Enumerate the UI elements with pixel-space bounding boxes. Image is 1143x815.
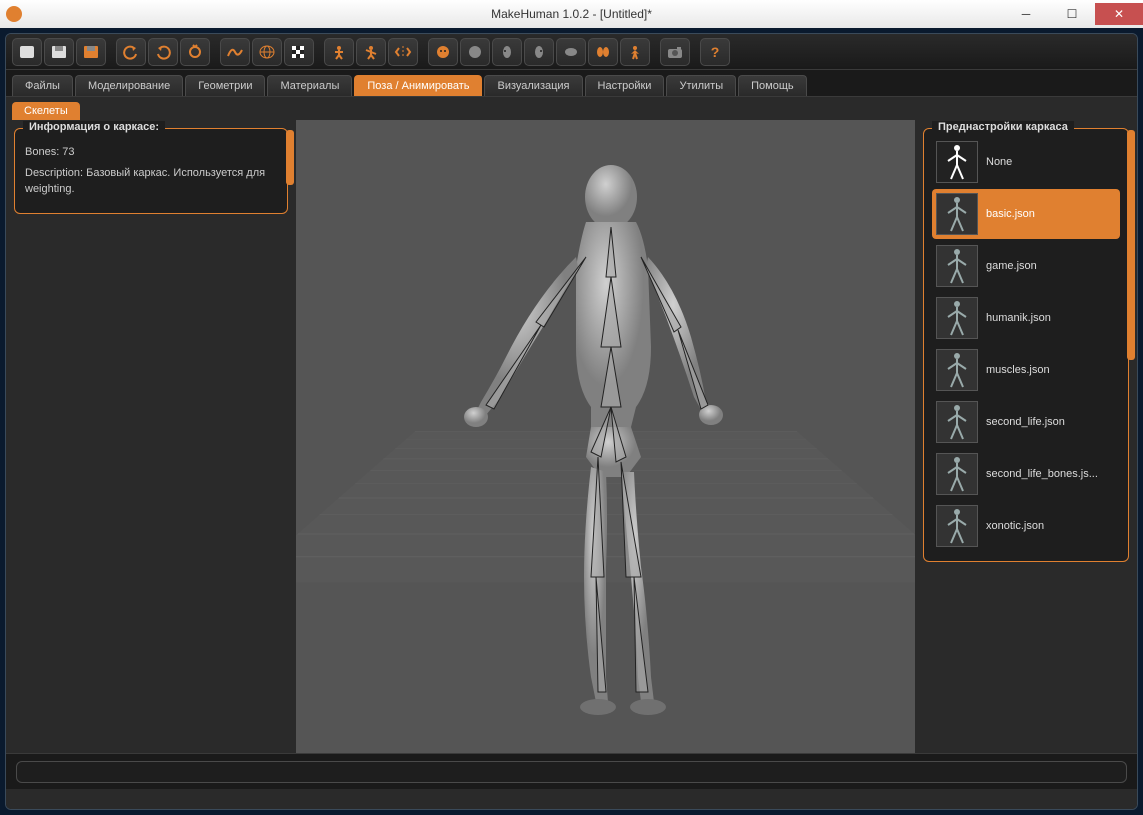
sub-tabs: Скелеты xyxy=(6,96,1137,120)
tab-utilities[interactable]: Утилиты xyxy=(666,75,736,96)
preset-item-1[interactable]: basic.json xyxy=(932,189,1120,239)
tab-rendering[interactable]: Визуализация xyxy=(484,75,582,96)
preset-thumb-icon xyxy=(936,349,978,391)
reset-button[interactable] xyxy=(180,38,210,66)
right-panel: Преднастройки каркаса None basic.json game… xyxy=(915,120,1137,753)
titlebar[interactable]: MakeHuman 1.0.2 - [Untitled]* ─ ☐ ✕ xyxy=(0,0,1143,28)
preset-label: xonotic.json xyxy=(986,520,1044,532)
wireframe-button[interactable] xyxy=(252,38,282,66)
smooth-button[interactable] xyxy=(220,38,250,66)
app-icon xyxy=(6,6,22,22)
view-right-button[interactable] xyxy=(524,38,554,66)
main-toolbar: ? xyxy=(6,34,1137,70)
minimize-button[interactable]: ─ xyxy=(1003,3,1049,25)
export-button[interactable] xyxy=(76,38,106,66)
preset-label: game.json xyxy=(986,260,1037,272)
undo-button[interactable] xyxy=(116,38,146,66)
preset-item-7[interactable]: xonotic.json xyxy=(932,501,1120,551)
tab-pose-animate[interactable]: Поза / Анимировать xyxy=(354,75,482,96)
preset-thumb-icon xyxy=(936,245,978,287)
preset-label: basic.json xyxy=(986,208,1035,220)
pose-button[interactable] xyxy=(324,38,354,66)
view-front-button[interactable] xyxy=(428,38,458,66)
camera-button[interactable] xyxy=(660,38,690,66)
tab-help[interactable]: Помощь xyxy=(738,75,807,96)
preset-label: humanik.json xyxy=(986,312,1051,324)
bottom-bar xyxy=(6,753,1137,789)
skeleton-info-box: Информация о каркасе: Bones: 73 Descript… xyxy=(14,128,288,214)
tab-modeling[interactable]: Моделирование xyxy=(75,75,183,96)
view-back-button[interactable] xyxy=(460,38,490,66)
pose2-button[interactable] xyxy=(356,38,386,66)
view-global-button[interactable] xyxy=(620,38,650,66)
presets-title: Преднастройки каркаса xyxy=(932,121,1074,133)
tab-materials[interactable]: Материалы xyxy=(267,75,352,96)
preset-item-5[interactable]: second_life.json xyxy=(932,397,1120,447)
preset-thumb-icon xyxy=(936,401,978,443)
status-bar xyxy=(6,789,1137,809)
checker-button[interactable] xyxy=(284,38,314,66)
preset-label: second_life_bones.js... xyxy=(986,468,1098,480)
preset-list: None basic.json game.json humanik.json muscl… xyxy=(932,137,1120,551)
preset-label: second_life.json xyxy=(986,416,1065,428)
right-scroll-indicator[interactable] xyxy=(1127,130,1135,360)
view-left-button[interactable] xyxy=(492,38,522,66)
command-input[interactable] xyxy=(16,761,1127,783)
maximize-button[interactable]: ☐ xyxy=(1049,3,1095,25)
viewport-3d[interactable] xyxy=(296,120,915,753)
info-title: Информация о каркасе: xyxy=(23,121,165,133)
tab-settings[interactable]: Настройки xyxy=(585,75,665,96)
preset-item-4[interactable]: muscles.json xyxy=(932,345,1120,395)
redo-button[interactable] xyxy=(148,38,178,66)
view-feet-button[interactable] xyxy=(588,38,618,66)
symmetry-button[interactable] xyxy=(388,38,418,66)
subtab-skeletons[interactable]: Скелеты xyxy=(12,102,80,120)
skeleton-presets-box: Преднастройки каркаса Nonebasic.jsongame… xyxy=(923,128,1129,562)
svg-text:?: ? xyxy=(711,44,720,60)
left-panel: Информация о каркасе: Bones: 73 Descript… xyxy=(6,120,296,753)
app-inner: ? Файлы Моделирование Геометрии Материал… xyxy=(5,33,1138,810)
preset-label: muscles.json xyxy=(986,364,1050,376)
preset-thumb-icon xyxy=(936,505,978,547)
preset-thumb-icon xyxy=(936,453,978,495)
left-scroll-indicator[interactable] xyxy=(286,130,294,185)
preset-thumb-icon xyxy=(936,193,978,235)
preset-item-2[interactable]: game.json xyxy=(932,241,1120,291)
save-button[interactable] xyxy=(44,38,74,66)
help-button[interactable]: ? xyxy=(700,38,730,66)
preset-item-3[interactable]: humanik.json xyxy=(932,293,1120,343)
workspace: Информация о каркасе: Bones: 73 Descript… xyxy=(6,120,1137,753)
description-text: Description: Базовый каркас. Используетс… xyxy=(25,166,277,197)
bones-count: Bones: 73 xyxy=(25,145,277,160)
new-file-button[interactable] xyxy=(12,38,42,66)
close-button[interactable]: ✕ xyxy=(1095,3,1143,25)
window-title: MakeHuman 1.0.2 - [Untitled]* xyxy=(491,7,652,21)
tab-geometry[interactable]: Геометрии xyxy=(185,75,265,96)
preset-thumb-icon xyxy=(936,297,978,339)
human-figure xyxy=(426,147,786,727)
preset-label: None xyxy=(986,156,1012,168)
preset-thumb-icon xyxy=(936,141,978,183)
window-controls: ─ ☐ ✕ xyxy=(1003,3,1143,25)
main-tabs: Файлы Моделирование Геометрии Материалы … xyxy=(6,70,1137,96)
application-window: MakeHuman 1.0.2 - [Untitled]* ─ ☐ ✕ xyxy=(0,0,1143,815)
tab-files[interactable]: Файлы xyxy=(12,75,73,96)
preset-item-6[interactable]: second_life_bones.js... xyxy=(932,449,1120,499)
view-top-button[interactable] xyxy=(556,38,586,66)
preset-item-0[interactable]: None xyxy=(932,137,1120,187)
